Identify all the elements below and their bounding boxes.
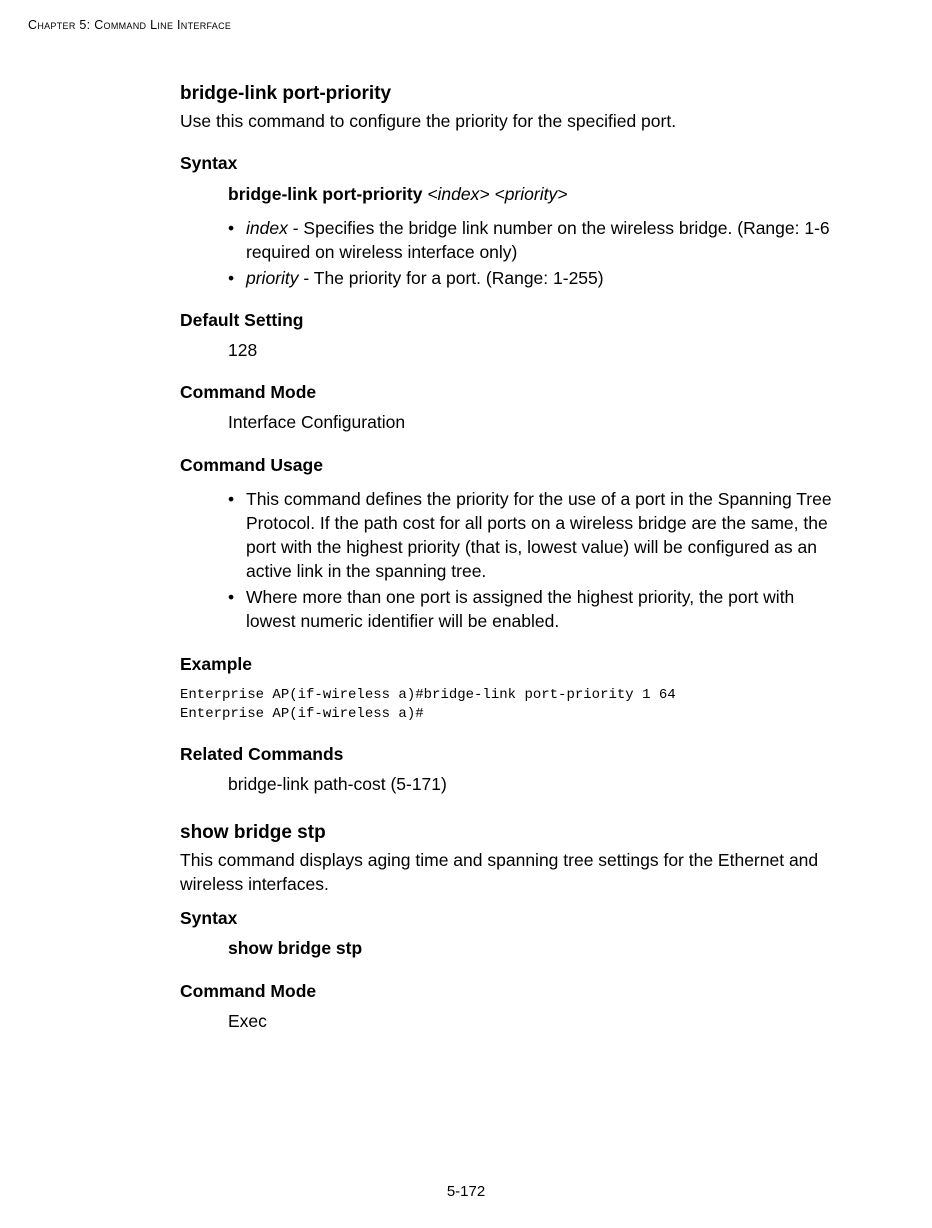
syntax-line: bridge-link port-priority <index> <prior… (228, 182, 842, 206)
list-item: • priority - The priority for a port. (R… (228, 266, 842, 290)
list-item: • index - Specifies the bridge link numb… (228, 216, 842, 264)
page-number: 5-172 (0, 1183, 932, 1200)
syntax-command: show bridge stp (228, 938, 362, 958)
default-setting-value: 128 (228, 338, 842, 362)
command-mode-value: Interface Configuration (228, 410, 842, 434)
syntax-heading: Syntax (180, 151, 842, 175)
related-command-link: bridge-link path-cost (5-171) (228, 772, 842, 796)
syntax-command: bridge-link port-priority (228, 184, 422, 204)
command-mode-value: Exec (228, 1009, 842, 1033)
default-setting-heading: Default Setting (180, 308, 842, 332)
command-mode-heading: Command Mode (180, 380, 842, 404)
bullet-icon: • (228, 266, 246, 290)
bullet-icon: • (228, 585, 246, 609)
parameter-description: - Specifies the bridge link number on th… (246, 218, 830, 262)
syntax-heading: Syntax (180, 906, 842, 930)
related-commands-heading: Related Commands (180, 742, 842, 766)
parameter-name: index (246, 218, 288, 238)
chapter-header: Chapter 5: Command Line Interface (0, 0, 932, 32)
parameter-list: • index - Specifies the bridge link numb… (228, 216, 842, 290)
list-item: • This command defines the priority for … (228, 487, 842, 584)
syntax-line: show bridge stp (228, 936, 842, 960)
list-item: • Where more than one port is assigned t… (228, 585, 842, 633)
command-description: Use this command to configure the priori… (180, 109, 842, 133)
bullet-icon: • (228, 216, 246, 240)
syntax-arg-priority: <priority> (494, 184, 567, 204)
parameter-name: priority (246, 268, 299, 288)
bullet-icon: • (228, 487, 246, 511)
parameter-description: - The priority for a port. (Range: 1-255… (299, 268, 604, 288)
command-title-bridge-link-port-priority: bridge-link port-priority (180, 81, 842, 107)
command-mode-heading: Command Mode (180, 979, 842, 1003)
example-heading: Example (180, 652, 842, 676)
command-title-show-bridge-stp: show bridge stp (180, 820, 842, 846)
usage-list: • This command defines the priority for … (228, 487, 842, 634)
syntax-arg-index: <index> (427, 184, 489, 204)
page-content: bridge-link port-priority Use this comma… (0, 32, 932, 1033)
command-description: This command displays aging time and spa… (180, 848, 842, 896)
parameter-index: index - Specifies the bridge link number… (246, 216, 842, 264)
usage-item-text: Where more than one port is assigned the… (246, 585, 842, 633)
command-usage-heading: Command Usage (180, 453, 842, 477)
example-code-block: Enterprise AP(if-wireless a)#bridge-link… (180, 686, 842, 724)
usage-item-text: This command defines the priority for th… (246, 487, 842, 584)
parameter-priority: priority - The priority for a port. (Ran… (246, 266, 842, 290)
